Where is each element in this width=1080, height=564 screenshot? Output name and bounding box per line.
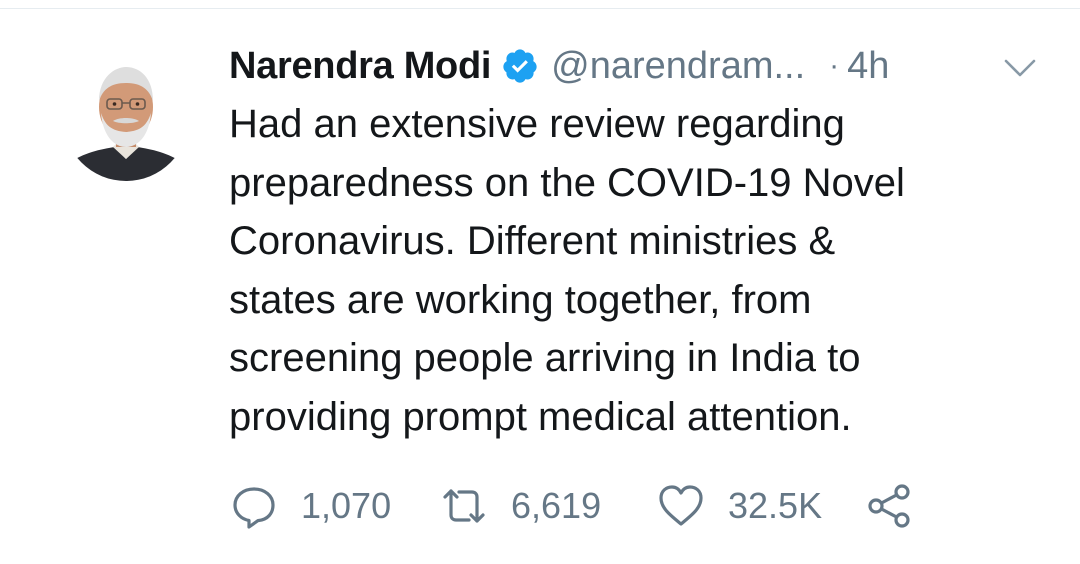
reply-count: 1,070 <box>301 485 392 526</box>
tweet-text-line: providing prompt medical attention. <box>229 394 852 439</box>
like-button[interactable]: 32.5K <box>656 478 822 534</box>
tweet-text-line: Coronavirus. Different ministries & <box>229 219 836 263</box>
retweet-count: 6,619 <box>511 485 602 526</box>
avatar[interactable] <box>63 55 189 181</box>
chevron-down-icon[interactable] <box>1000 52 1040 82</box>
author-name[interactable]: Narendra Modi <box>229 45 491 88</box>
heart-icon <box>659 485 703 526</box>
tweet-header: Narendra Modi @narendram... · 4h <box>229 40 889 92</box>
timestamp[interactable]: 4h <box>847 45 889 88</box>
tweet-text: Had an extensive review regarding prepar… <box>229 95 1049 446</box>
share-button[interactable] <box>865 478 915 534</box>
tweet-text-line: preparedness on the COVID-19 Novel <box>229 160 905 205</box>
tweet-text-line: screening people arriving in India to <box>229 336 861 380</box>
tweet-text-line: states are working together, from <box>229 277 812 322</box>
reply-button[interactable]: 1,070 <box>229 478 391 534</box>
top-divider <box>0 8 1080 9</box>
share-icon <box>868 484 910 528</box>
like-count: 32.5K <box>728 485 823 526</box>
retweet-icon <box>443 489 485 523</box>
separator-dot: · <box>829 49 840 82</box>
tweet-text-line: Had an extensive review regarding <box>229 102 845 146</box>
retweet-button[interactable]: 6,619 <box>439 478 601 534</box>
reply-icon <box>233 487 275 529</box>
verified-badge-icon <box>501 47 539 85</box>
author-handle[interactable]: @narendram... <box>551 45 805 88</box>
